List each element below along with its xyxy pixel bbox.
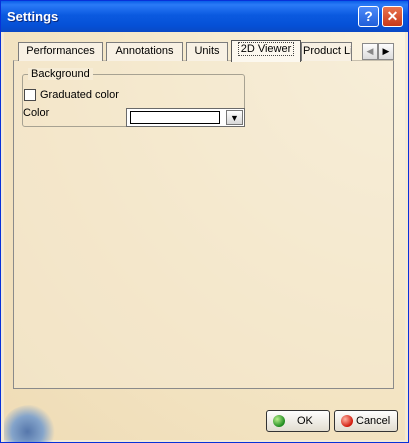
color-label: Color — [23, 107, 50, 119]
cancel-label: Cancel — [356, 415, 391, 427]
background-group-title: Background — [28, 68, 93, 80]
close-button[interactable]: ✕ — [382, 6, 403, 27]
ok-button[interactable]: OK — [266, 410, 330, 432]
arrow-left-icon: ◀ — [366, 46, 374, 56]
cancel-button[interactable]: Cancel — [334, 410, 398, 432]
color-swatch — [130, 111, 220, 124]
tab-annotations[interactable]: Annotations — [106, 42, 183, 61]
settings-dialog: Settings ? ✕ Performances Annotations Un… — [0, 0, 409, 443]
red-dot-icon — [341, 415, 353, 427]
graduated-color-label[interactable]: Graduated color — [40, 89, 119, 101]
green-dot-icon — [273, 415, 285, 427]
ok-label: OK — [297, 415, 313, 427]
color-dropdown[interactable]: ▼ — [126, 108, 245, 127]
chevron-down-icon[interactable]: ▼ — [226, 110, 243, 125]
tab-units[interactable]: Units — [186, 42, 228, 61]
arrow-right-icon: ▶ — [382, 46, 390, 56]
title-bar[interactable]: Settings ? ✕ — [1, 1, 408, 32]
globe-icon — [4, 405, 56, 442]
close-icon: ✕ — [386, 8, 399, 24]
graduated-color-checkbox[interactable] — [24, 89, 36, 101]
tab-scroll-right-button[interactable]: ▶ — [378, 43, 394, 60]
tab-product-list[interactable]: Product Li — [301, 42, 352, 61]
tab-scroll-left-button[interactable]: ◀ — [362, 43, 378, 60]
tab-2d-viewer[interactable]: 2D Viewer — [231, 40, 301, 62]
window-title: Settings — [7, 9, 59, 24]
help-icon: ? — [364, 8, 373, 24]
tab-2d-viewer-label: 2D Viewer — [237, 42, 295, 56]
tab-performances[interactable]: Performances — [18, 42, 103, 61]
help-button[interactable]: ? — [358, 6, 379, 27]
